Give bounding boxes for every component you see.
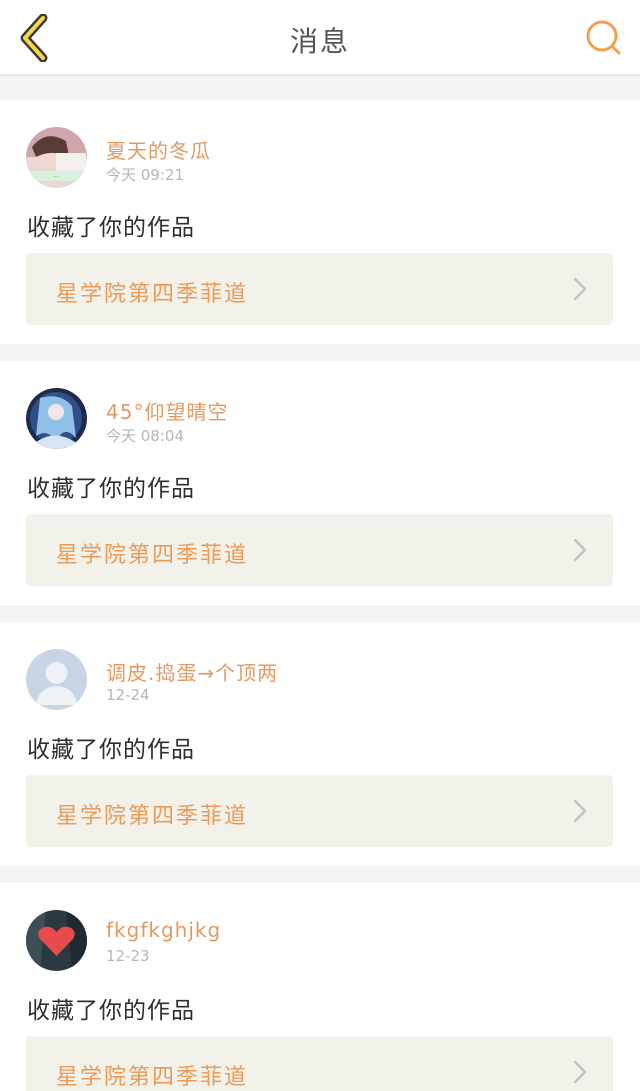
work-link[interactable]: 星学院第四季菲道 [26, 775, 613, 847]
timestamp: 今天 08:04 [106, 427, 184, 445]
chevron-right-icon [573, 538, 587, 562]
search-icon [586, 20, 621, 55]
top-bar: 消息 [0, 0, 640, 76]
chevron-right-icon [573, 277, 587, 301]
action-text: 收藏了你的作品 [27, 737, 195, 763]
svg-text:···: ··· [53, 174, 59, 181]
action-text: 收藏了你的作品 [27, 476, 195, 502]
avatar[interactable] [26, 910, 87, 971]
message-card: ··· 夏天的冬瓜 今天 09:21 收藏了你的作品 星学院第四季菲道 [0, 100, 640, 344]
search-button[interactable] [582, 16, 626, 60]
action-text: 收藏了你的作品 [27, 215, 195, 241]
timestamp: 今天 09:21 [106, 166, 184, 184]
message-list: ··· 夏天的冬瓜 今天 09:21 收藏了你的作品 星学院第四季菲道 45°仰… [0, 100, 640, 1091]
message-card: fkgfkghjkg 12-23 收藏了你的作品 星学院第四季菲道 [0, 883, 640, 1091]
message-card: 调皮.捣蛋→个顶两 12-24 收藏了你的作品 星学院第四季菲道 [0, 622, 640, 866]
username[interactable]: 45°仰望晴空 [106, 396, 228, 425]
timestamp: 12-23 [106, 947, 150, 965]
work-title: 星学院第四季菲道 [56, 804, 249, 829]
username[interactable]: fkgfkghjkg [106, 918, 221, 942]
work-title: 星学院第四季菲道 [56, 543, 249, 568]
avatar[interactable] [26, 388, 87, 449]
username[interactable]: 夏天的冬瓜 [106, 135, 211, 164]
page-title: 消息 [289, 25, 350, 58]
message-card: 45°仰望晴空 今天 08:04 收藏了你的作品 星学院第四季菲道 [0, 361, 640, 605]
work-link[interactable]: 星学院第四季菲道 [26, 253, 613, 325]
work-title: 星学院第四季菲道 [56, 1065, 249, 1090]
username[interactable]: 调皮.捣蛋→个顶两 [106, 657, 278, 686]
work-title: 星学院第四季菲道 [56, 282, 249, 307]
chevron-right-icon [573, 799, 587, 823]
work-link[interactable]: 星学院第四季菲道 [26, 514, 613, 586]
avatar[interactable] [26, 649, 87, 710]
action-text: 收藏了你的作品 [27, 998, 195, 1024]
avatar[interactable]: ··· [26, 127, 87, 188]
work-link[interactable]: 星学院第四季菲道 [26, 1036, 613, 1091]
chevron-right-icon [573, 1060, 587, 1084]
timestamp: 12-24 [106, 686, 150, 704]
